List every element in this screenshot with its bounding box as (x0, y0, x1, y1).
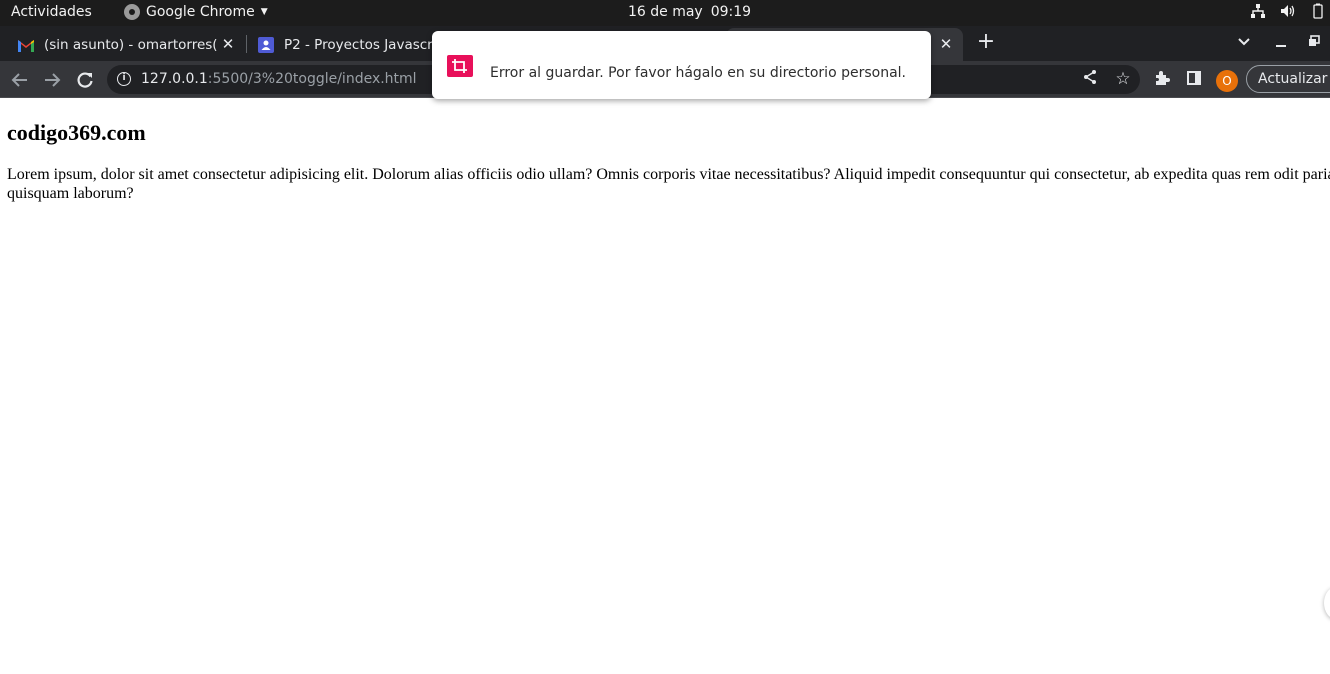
clock[interactable]: 16 de may 09:19 (628, 4, 751, 20)
network-icon (1250, 3, 1266, 19)
forward-icon[interactable] (40, 68, 64, 92)
profile-avatar[interactable]: O (1216, 70, 1238, 92)
site-info-icon[interactable]: i (117, 72, 131, 86)
app-menu-label: Google Chrome (146, 4, 255, 20)
url-path: :5500/3%20toggle/index.html (207, 71, 417, 87)
notification-popup[interactable]: Error al guardar. Por favor hágalo en su… (432, 31, 931, 99)
tab-title: (sin asunto) - omartorres( (44, 36, 218, 53)
extensions-icon[interactable] (1152, 70, 1172, 90)
floating-button[interactable] (1324, 587, 1330, 619)
app-menu[interactable]: Google Chrome ▼ (124, 4, 268, 20)
system-tray[interactable] (1250, 3, 1326, 19)
tab-classroom[interactable]: P2 - Proyectos Javascri (248, 28, 433, 61)
restore-window-icon[interactable] (1303, 32, 1325, 54)
close-tab-icon[interactable]: ✕ (937, 35, 955, 53)
side-panel-icon[interactable] (1184, 70, 1204, 90)
update-button[interactable]: Actualizar (1246, 65, 1330, 93)
page-paragraph: Lorem ipsum, dolor sit amet consectetur … (7, 166, 1330, 202)
tab-title: P2 - Proyectos Javascri (284, 36, 433, 53)
tab-separator (246, 35, 247, 53)
reload-icon[interactable] (73, 68, 97, 92)
crop-icon (447, 55, 473, 77)
minimize-window-icon[interactable] (1270, 32, 1292, 54)
bookmark-star-icon[interactable]: ☆ (1113, 69, 1133, 89)
volume-icon (1280, 3, 1296, 19)
battery-icon (1310, 3, 1326, 19)
close-tab-icon[interactable]: ✕ (219, 35, 237, 53)
clock-time: 09:19 (710, 4, 752, 20)
activities-button[interactable]: Actividades (11, 4, 92, 20)
caret-down-icon: ▼ (260, 7, 268, 17)
gmail-icon (18, 37, 34, 53)
system-top-bar: Actividades Google Chrome ▼ 16 de may 09… (0, 0, 1330, 26)
tab-search-icon[interactable] (1233, 32, 1255, 54)
tab-gmail[interactable]: (sin asunto) - omartorres( ✕ (10, 28, 245, 61)
page-heading: codigo369.com (7, 120, 146, 145)
new-tab-icon[interactable]: + (975, 31, 997, 54)
classroom-icon (258, 36, 274, 53)
url-host: 127.0.0.1 (141, 71, 208, 87)
url-text[interactable]: 127.0.0.1:5500/3%20toggle/index.html (141, 71, 417, 87)
share-icon[interactable] (1080, 69, 1100, 89)
back-icon[interactable] (8, 68, 32, 92)
clock-date: 16 de may (628, 4, 703, 20)
notification-message: Error al guardar. Por favor hágalo en su… (490, 65, 906, 81)
chrome-app-icon (124, 4, 140, 20)
page-content: codigo369.com Lorem ipsum, dolor sit ame… (0, 99, 1330, 674)
